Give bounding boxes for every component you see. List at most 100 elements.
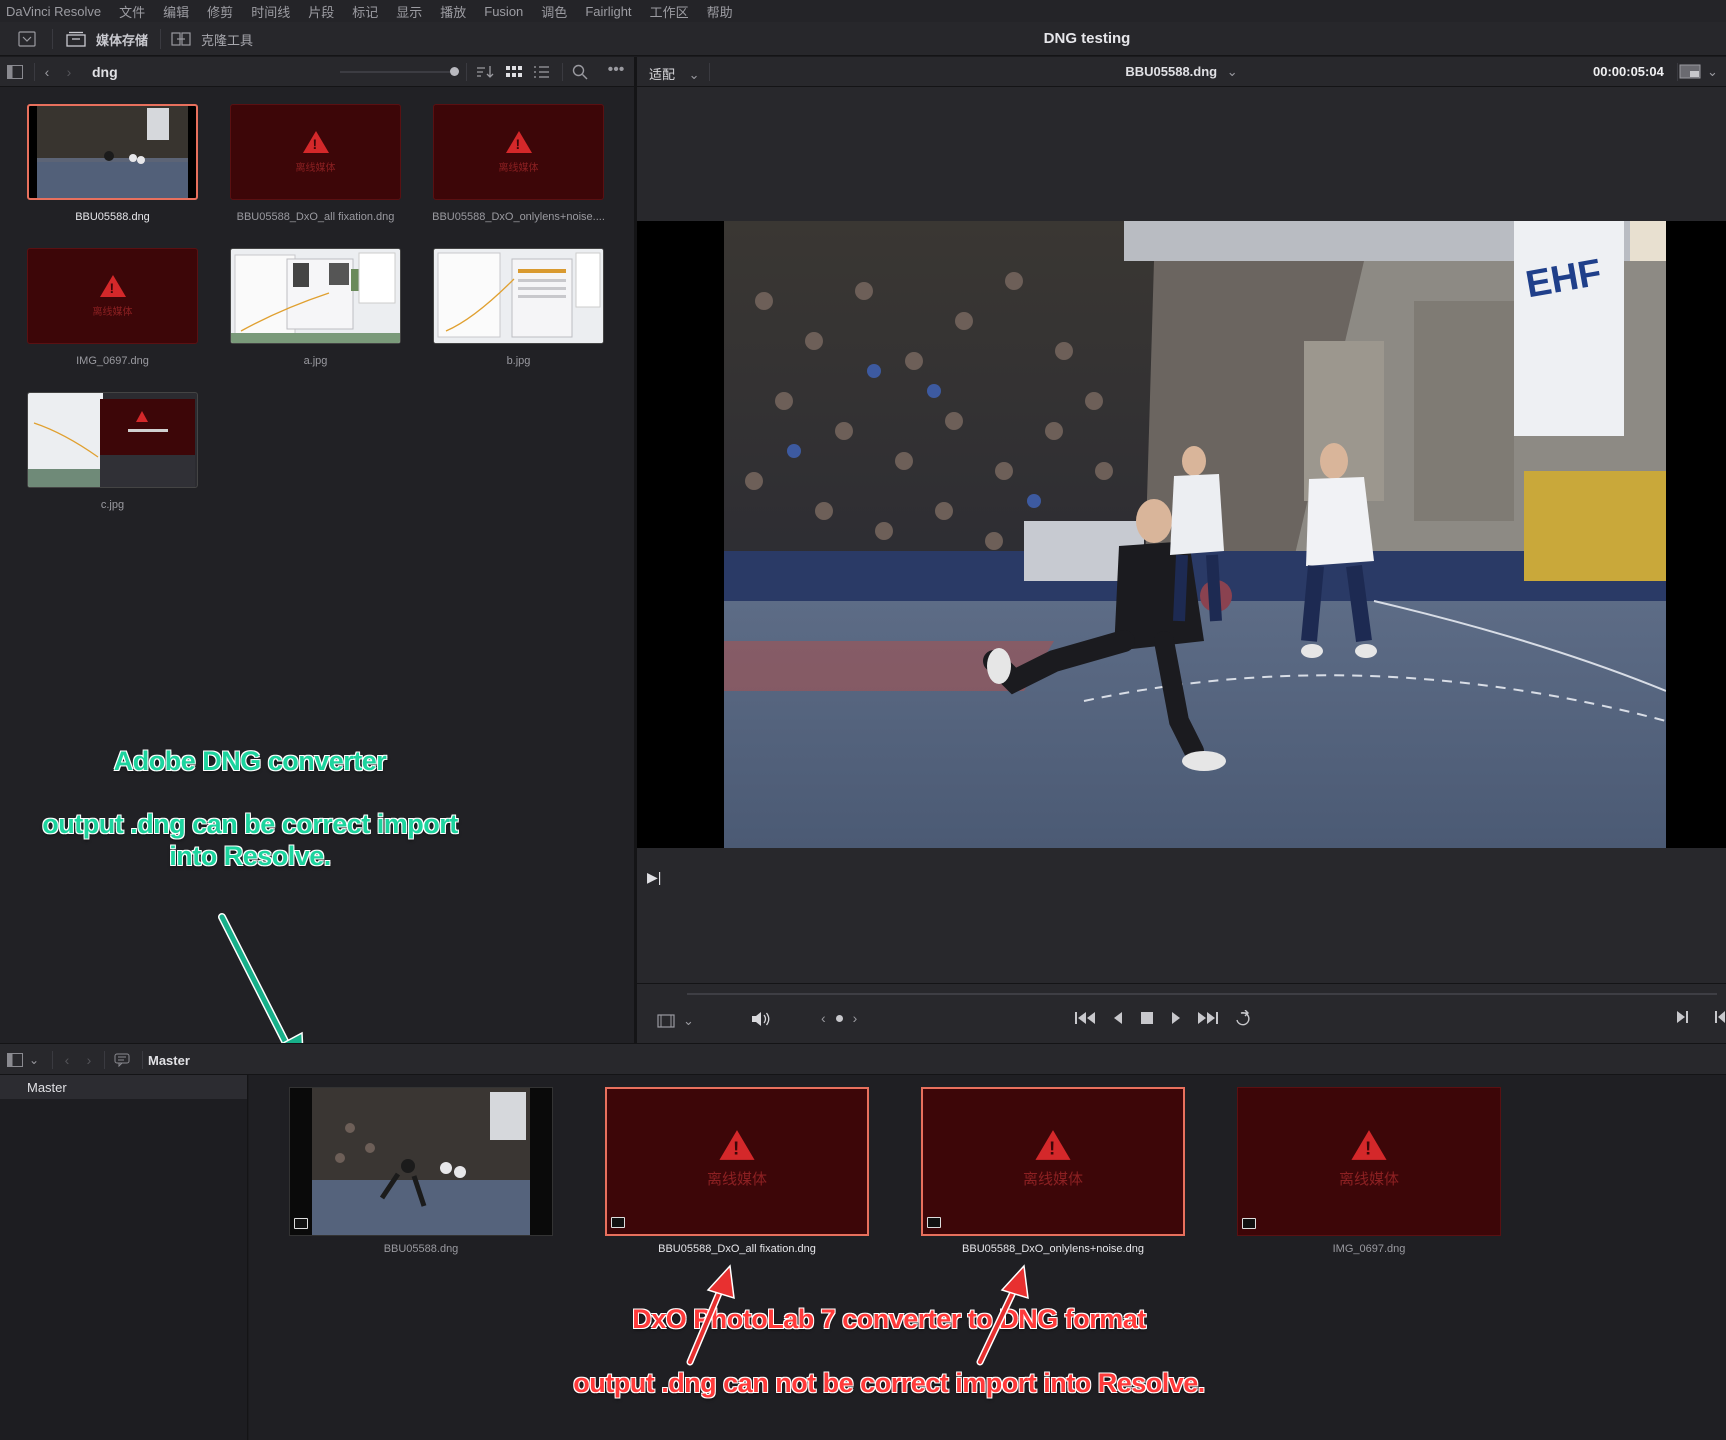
more-options-icon[interactable]: •••	[604, 61, 628, 79]
volume-icon[interactable]	[751, 1011, 771, 1032]
media-thumb-dxo-all-fixation[interactable]: 离线媒体	[230, 104, 401, 200]
timecode: 00:00:05:04	[1593, 64, 1664, 79]
media-thumb-dxo-onlylens[interactable]: 离线媒体	[433, 104, 604, 200]
menu-fusion[interactable]: Fusion	[475, 4, 532, 19]
jog-control[interactable]: ‹ ›	[821, 1010, 857, 1026]
warning-icon	[302, 130, 329, 153]
media-label-dxo-all-fixation: BBU05588_DxO_all fixation.dng	[236, 211, 395, 223]
bin-thumb-bbu05588[interactable]	[289, 1087, 553, 1236]
media-thumb-c-jpg[interactable]	[27, 392, 198, 488]
bin-sidebar-toggle[interactable]: ⌄	[6, 1051, 40, 1069]
warning-icon	[99, 274, 126, 297]
media-label-bbu05588: BBU05588.dng	[75, 211, 150, 223]
grid-view-icon[interactable]	[504, 63, 524, 81]
media-label-dxo-onlylens: BBU05588_DxO_onlylens+noise....	[432, 211, 605, 223]
menu-file[interactable]: 文件	[110, 2, 154, 21]
photo-preview	[37, 106, 188, 198]
zoom-slider[interactable]	[340, 71, 450, 73]
media-thumb-b-jpg[interactable]	[433, 248, 604, 344]
play-icon[interactable]	[1169, 1011, 1183, 1025]
menu-app[interactable]: DaVinci Resolve	[0, 4, 110, 19]
clip-name-dropdown[interactable]: BBU05588.dng ⌄	[637, 64, 1726, 80]
offline-label: 离线媒体	[92, 306, 133, 318]
clip-view-dropdown[interactable]: ⌄	[657, 1013, 694, 1029]
menu-mark[interactable]: 标记	[343, 2, 387, 21]
image-type-icon	[927, 1217, 941, 1228]
handball-photo: EHF	[724, 221, 1666, 848]
menu-help[interactable]: 帮助	[698, 2, 742, 21]
media-thumb-bbu05588[interactable]	[27, 104, 198, 200]
bin-sidebar-item-master[interactable]: Master	[0, 1075, 247, 1099]
media-storage-label: 媒体存储	[96, 32, 149, 48]
annotation-adobe-line2: into Resolve.	[169, 841, 331, 871]
menu-trim[interactable]: 修剪	[198, 2, 242, 21]
clone-tool-button[interactable]: 克隆工具	[171, 22, 253, 56]
annotation-adobe-title: Adobe DNG converter	[113, 746, 387, 776]
menu-fairlight[interactable]: Fairlight	[576, 4, 640, 19]
jog-left-icon[interactable]: ‹	[821, 1010, 826, 1026]
go-to-start-icon[interactable]	[1075, 1011, 1097, 1025]
bin-thumb-img-0697[interactable]: 离线媒体	[1237, 1087, 1501, 1236]
media-label-a-jpg: a.jpg	[303, 355, 328, 367]
media-pool-header: ‹ › dng •••	[0, 57, 634, 87]
menu-clip[interactable]: 片段	[299, 2, 343, 21]
clone-icon	[171, 32, 191, 46]
menu-bar: DaVinci Resolve 文件 编辑 修剪 时间线 片段 标记 显示 播放…	[0, 0, 1726, 22]
menu-view[interactable]: 显示	[387, 2, 431, 21]
play-reverse-icon[interactable]	[1111, 1011, 1125, 1025]
go-to-end-icon[interactable]	[1197, 1011, 1219, 1025]
chevron-down-icon: ⌄	[28, 1053, 40, 1067]
annotation-red-arrow-2	[976, 1264, 1029, 1366]
menu-timeline[interactable]: 时间线	[242, 2, 299, 21]
bin-label-bbu05588: BBU05588.dng	[383, 1243, 459, 1255]
chevron-down-icon: ⌄	[1226, 64, 1238, 79]
media-pool-grid: BBU05588.dng 离线媒体 BBU05588_DxO_all fixat…	[0, 87, 634, 1043]
sidebar-toggle-icon[interactable]	[6, 64, 24, 80]
warning-icon	[719, 1130, 755, 1160]
folder-name: dng	[92, 64, 118, 80]
menu-workspace[interactable]: 工作区	[641, 2, 698, 21]
viewer-options-button[interactable]: ⌄	[1679, 64, 1718, 80]
transport-bar: ⌄ ‹ ›	[637, 983, 1726, 1043]
stop-icon[interactable]	[1139, 1011, 1155, 1025]
clone-tool-label: 克隆工具	[201, 32, 254, 48]
media-label-img-0697: IMG_0697.dng	[76, 355, 149, 367]
mark-out-icon[interactable]	[1675, 1010, 1691, 1029]
mark-in-icon[interactable]	[1715, 1010, 1725, 1029]
bin-header: ⌄ ‹ › Master	[0, 1043, 1726, 1075]
jog-handle[interactable]	[835, 1014, 843, 1022]
bin-thumb-dxo-onlylens[interactable]: 离线媒体	[921, 1087, 1185, 1236]
loop-icon[interactable]	[1233, 1010, 1255, 1026]
back-icon[interactable]: ‹	[40, 63, 54, 81]
menu-edit[interactable]: 编辑	[154, 2, 198, 21]
scrubber-track[interactable]	[687, 993, 1717, 995]
media-thumb-a-jpg[interactable]	[230, 248, 401, 344]
offline-label: 离线媒体	[1022, 1171, 1083, 1188]
jog-right-icon[interactable]: ›	[853, 1010, 858, 1026]
media-storage-button[interactable]: 媒体存储	[66, 22, 148, 56]
annotation-dxo-line: output .dng can not be correct import in…	[573, 1368, 1205, 1398]
bin-forward-icon[interactable]: ›	[82, 1051, 96, 1069]
annotation-red-arrow-1	[686, 1264, 735, 1366]
search-icon[interactable]	[570, 63, 590, 81]
bin-grid: BBU05588.dng 离线媒体 BBU05588_DxO_all fixat…	[249, 1075, 1726, 1440]
list-view-icon[interactable]	[532, 63, 552, 81]
bin-filter-icon[interactable]	[112, 1051, 132, 1069]
zoom-slider-handle[interactable]	[450, 67, 459, 76]
image-type-icon	[1242, 1218, 1256, 1229]
viewer-photo: EHF	[724, 221, 1666, 848]
next-frame-marker-icon[interactable]: ▶|	[647, 869, 661, 886]
screenshot-preview	[231, 249, 400, 343]
viewer-canvas[interactable]: EHF ▶|	[637, 87, 1726, 983]
forward-icon[interactable]: ›	[62, 63, 76, 81]
menu-color[interactable]: 调色	[532, 2, 576, 21]
panel-toggle-button[interactable]	[18, 22, 36, 56]
bin-back-icon[interactable]: ‹	[60, 1051, 74, 1069]
media-thumb-img-0697[interactable]: 离线媒体	[27, 248, 198, 344]
menu-playback[interactable]: 播放	[431, 2, 475, 21]
offline-label: 离线媒体	[295, 162, 336, 174]
warning-icon	[1035, 1130, 1071, 1160]
sort-icon[interactable]	[474, 63, 496, 81]
bin-thumb-dxo-all-fixation[interactable]: 离线媒体	[605, 1087, 869, 1236]
screenshot-preview	[28, 393, 195, 487]
